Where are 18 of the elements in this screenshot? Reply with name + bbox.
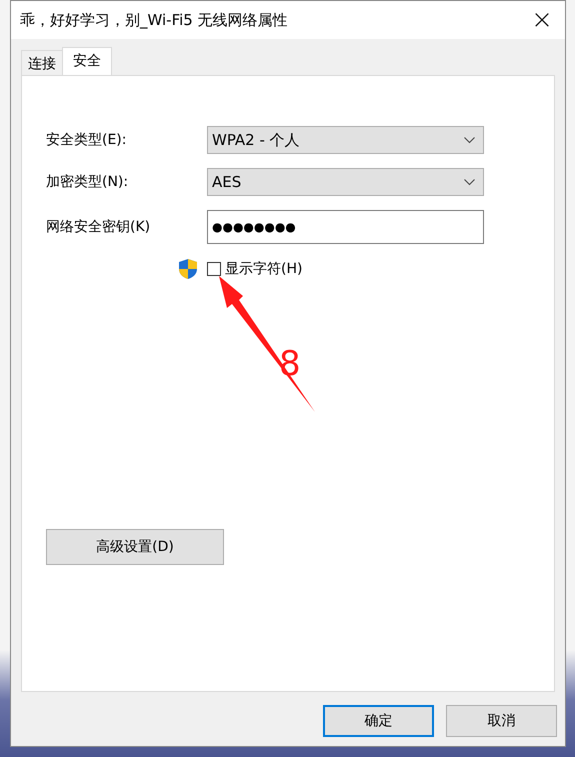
field-label: 网络安全密钥(K) bbox=[46, 218, 152, 236]
dialog-button[interactable]: 取消 bbox=[446, 705, 557, 737]
advanced-settings-button[interactable]: 高级设置(D) bbox=[46, 529, 224, 565]
tab[interactable]: 连接 bbox=[21, 50, 63, 75]
checkbox[interactable] bbox=[207, 262, 221, 276]
window-title: 乖，好好学习，别_Wi-Fi5 无线网络属性 bbox=[20, 10, 289, 30]
shield-icon bbox=[178, 258, 198, 280]
dropdown[interactable]: WPA2 - 个人 bbox=[207, 126, 484, 154]
chevron-down-icon bbox=[464, 178, 475, 186]
field-label: 加密类型(N): bbox=[46, 173, 130, 191]
field-label: 安全类型(E): bbox=[46, 131, 128, 149]
checkbox-label: 显示字符(H) bbox=[225, 260, 302, 278]
dropdown[interactable]: AES bbox=[207, 168, 484, 196]
tab[interactable]: 安全 bbox=[62, 47, 112, 75]
close-button[interactable]: × bbox=[519, 1, 565, 39]
dialog-button[interactable]: 确定 bbox=[323, 705, 434, 737]
password-field[interactable]: ●●●●●●●● bbox=[207, 210, 484, 244]
chevron-down-icon bbox=[464, 136, 475, 144]
